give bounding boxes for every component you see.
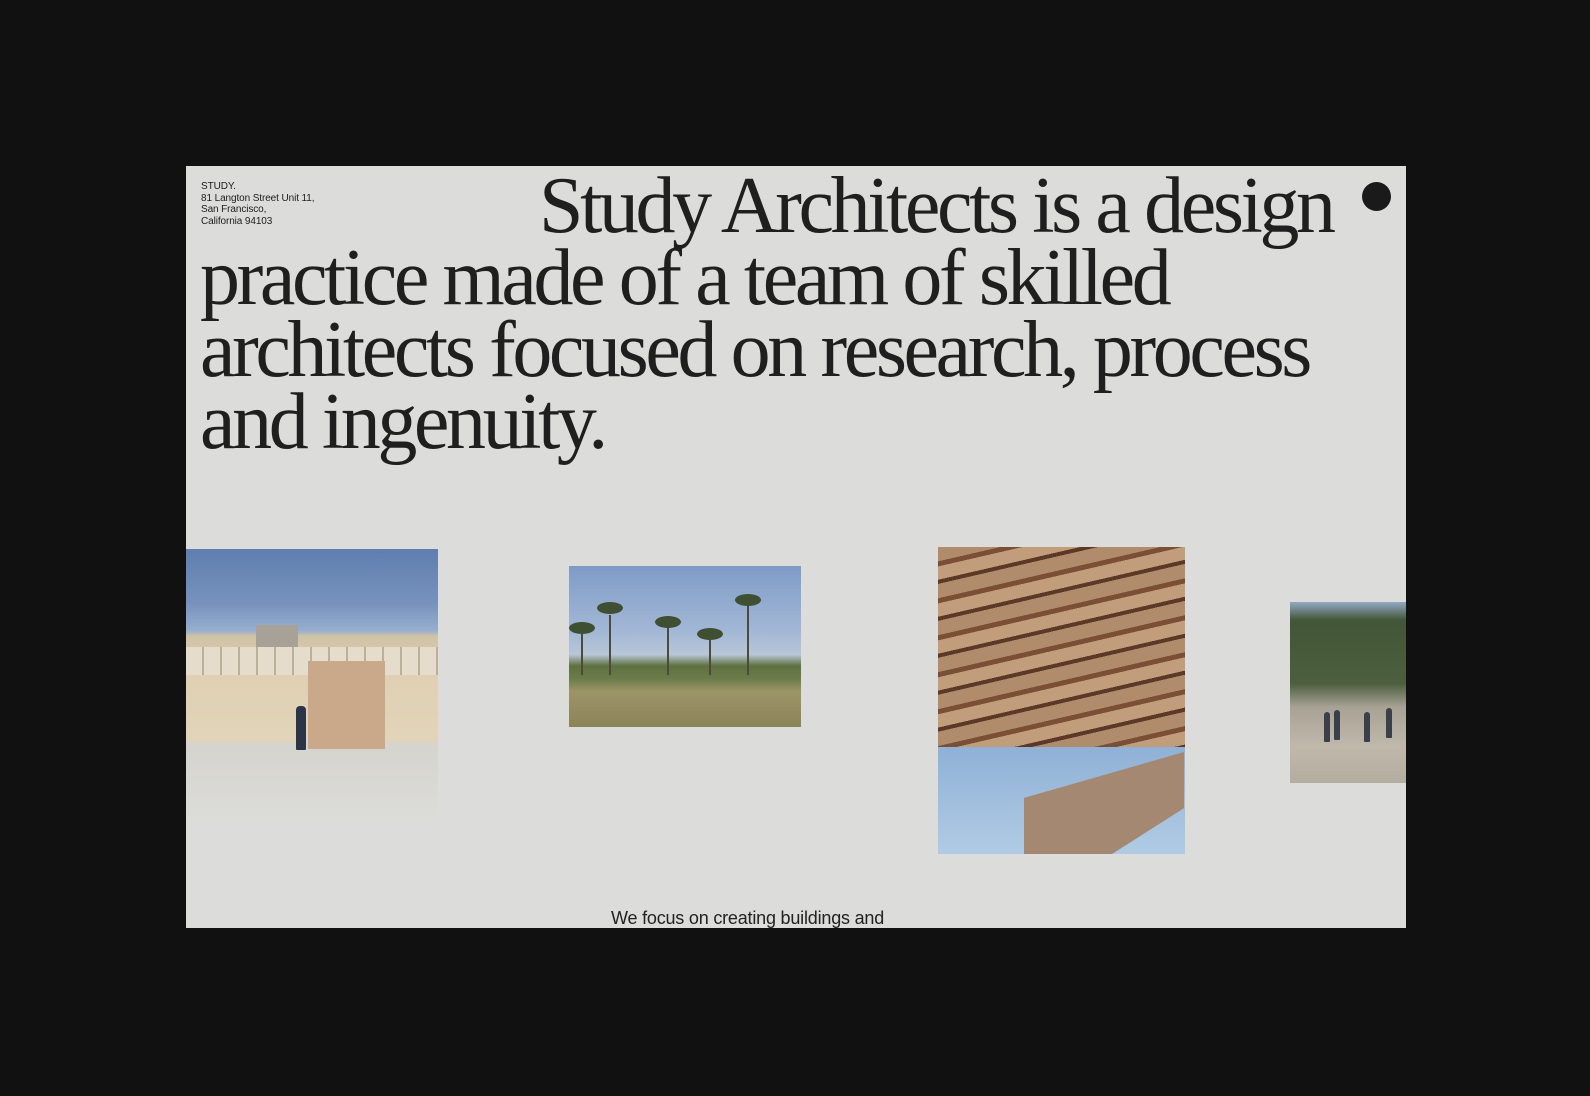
image-detail-person <box>1386 708 1392 738</box>
palm-trunk <box>747 603 749 675</box>
palm-frond <box>655 616 681 628</box>
page-headline: Study Architects is a design practice ma… <box>200 166 1336 466</box>
palm-trunk <box>667 625 669 675</box>
image-detail-slab <box>308 661 385 749</box>
page-frame: STUDY. 81 Langton Street Unit 11, San Fr… <box>186 166 1406 928</box>
palm-frond <box>597 602 623 614</box>
palm-frond <box>697 628 723 640</box>
image-detail-person <box>296 706 306 750</box>
image-detail-person <box>1324 712 1330 742</box>
palm-trunk <box>581 631 583 675</box>
intro-paragraph: We focus on creating buildings and <box>611 908 885 928</box>
palm-trunk <box>709 635 711 675</box>
project-image-site-visit[interactable] <box>1290 602 1406 783</box>
image-detail-person <box>1364 712 1370 742</box>
image-detail-person <box>1334 710 1340 740</box>
project-image-quarry[interactable] <box>186 549 438 821</box>
palm-frond <box>735 594 761 606</box>
palm-frond <box>569 622 595 634</box>
menu-dot-button[interactable] <box>1362 182 1391 211</box>
project-image-canopy[interactable] <box>938 547 1185 854</box>
image-detail-tower <box>256 625 298 647</box>
palm-trunk <box>609 615 611 675</box>
project-image-palms[interactable] <box>569 566 801 727</box>
